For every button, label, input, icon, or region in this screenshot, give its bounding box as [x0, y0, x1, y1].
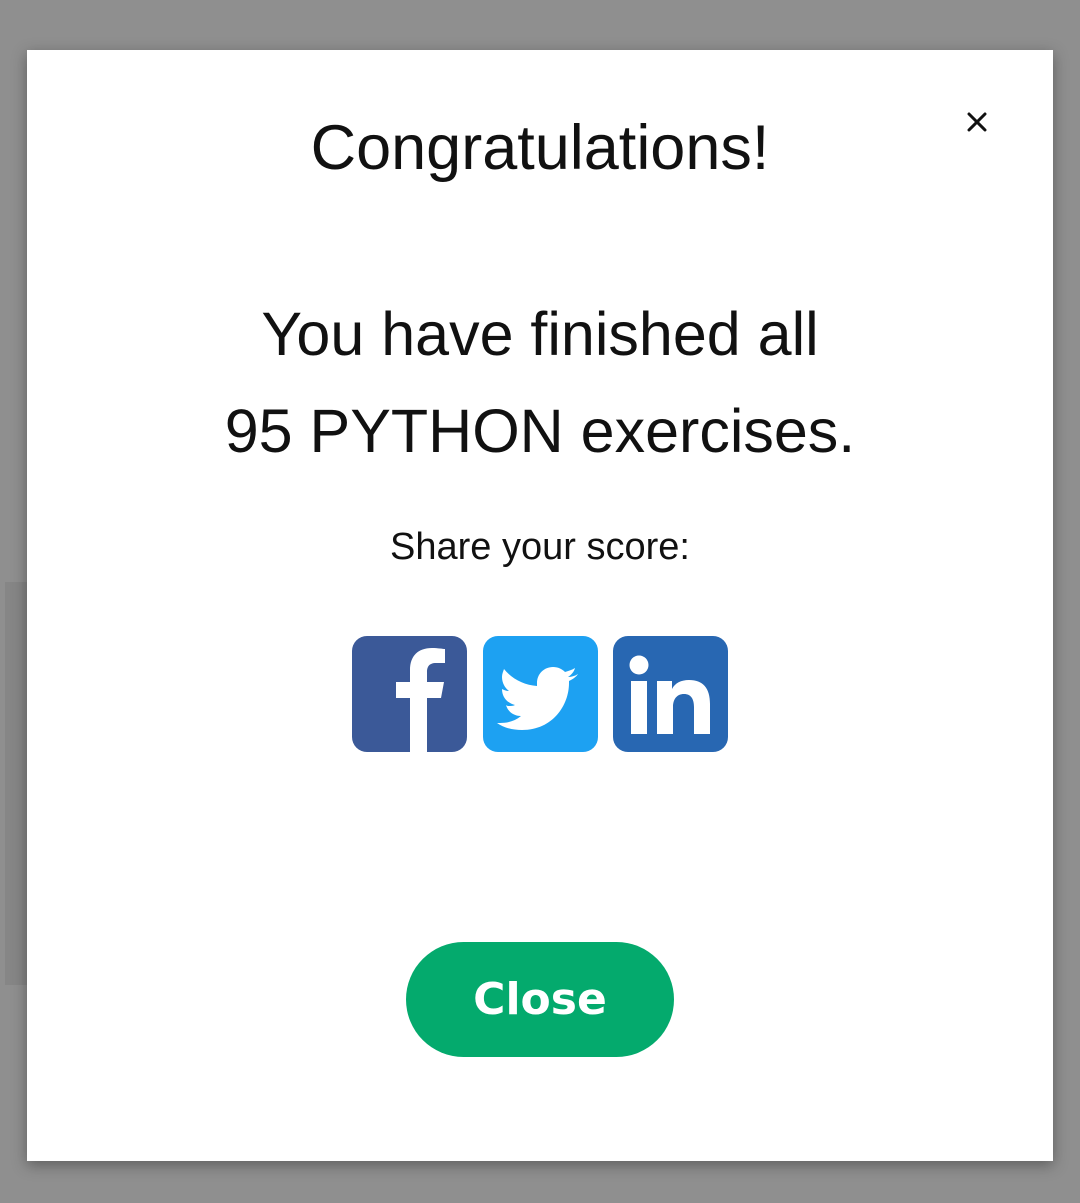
facebook-share-button[interactable]	[352, 636, 467, 752]
share-label: Share your score:	[390, 526, 690, 568]
share-buttons	[352, 636, 728, 752]
completion-message: You have finished all 95 PYTHON exercise…	[27, 286, 1053, 480]
congratulations-dialog: Congratulations! You have finished all 9…	[27, 50, 1053, 1161]
dialog-title: Congratulations!	[310, 113, 770, 183]
message-line-1: You have finished all	[261, 300, 819, 368]
message-line-2: 95 PYTHON exercises.	[224, 397, 856, 465]
linkedin-share-button[interactable]	[613, 636, 728, 752]
linkedin-icon	[629, 655, 710, 734]
facebook-icon	[396, 648, 445, 752]
close-button[interactable]: Close	[406, 942, 674, 1057]
twitter-share-button[interactable]	[483, 636, 598, 752]
twitter-icon	[497, 667, 578, 730]
page-backdrop	[5, 582, 27, 985]
